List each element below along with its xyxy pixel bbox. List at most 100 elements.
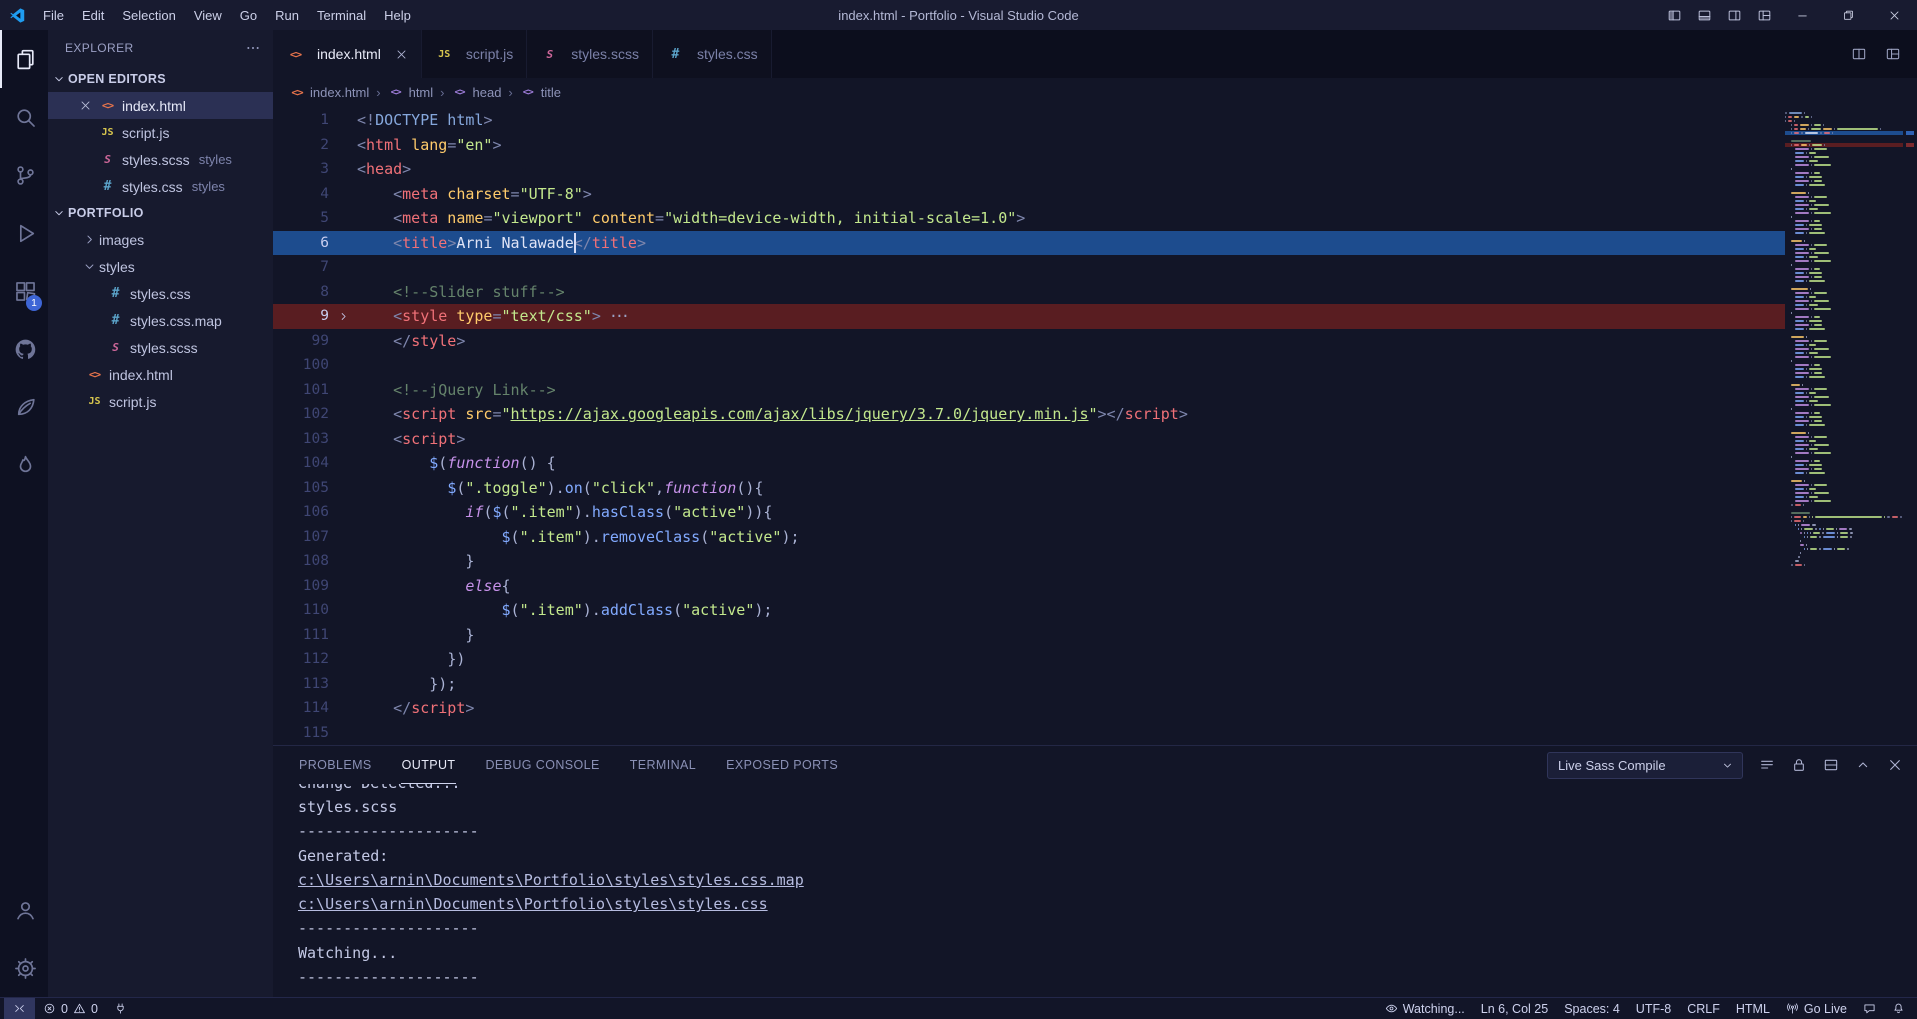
tree-item-images[interactable]: images xyxy=(48,226,273,253)
menu-file[interactable]: File xyxy=(34,0,73,30)
code-line-7[interactable]: 7 xyxy=(273,255,1785,280)
cursor-position[interactable]: Ln 6, Col 25 xyxy=(1473,998,1556,1019)
layout-secondary-toggle[interactable] xyxy=(1719,0,1749,30)
lock-scroll-icon[interactable] xyxy=(1791,757,1807,773)
encoding-status[interactable]: UTF-8 xyxy=(1628,998,1679,1019)
run-and-debug-activity-button[interactable] xyxy=(0,204,48,262)
code-line-3[interactable]: 3<head> xyxy=(273,157,1785,182)
tree-item-styles.scss[interactable]: Sstyles.scss xyxy=(48,334,273,361)
panel-tab-problems[interactable]: PROBLEMS xyxy=(298,746,373,784)
layout-panel-toggle[interactable] xyxy=(1689,0,1719,30)
sass-watching-status[interactable]: Watching... xyxy=(1377,998,1473,1019)
panel-tab-debug-console[interactable]: DEBUG CONSOLE xyxy=(484,746,600,784)
minimize-window-button[interactable] xyxy=(1779,0,1825,30)
go-live-button[interactable]: Go Live xyxy=(1778,998,1855,1019)
code-line-111[interactable]: 111 } xyxy=(273,623,1785,648)
output-file-link[interactable]: c:\Users\arnin\Documents\Portfolio\style… xyxy=(298,868,1917,892)
code-line-112[interactable]: 112 }) xyxy=(273,647,1785,672)
close-file-icon[interactable] xyxy=(72,92,98,119)
open-editor-index.html[interactable]: <>index.html xyxy=(48,92,273,119)
code-line-101[interactable]: 101 <!--jQuery Link--> xyxy=(273,378,1785,403)
layout-customize-toggle[interactable] xyxy=(1749,0,1779,30)
github-activity-button[interactable] xyxy=(0,320,48,378)
split-panel-icon[interactable] xyxy=(1823,757,1839,773)
output-actions-icon[interactable] xyxy=(1759,757,1775,773)
code-line-109[interactable]: 109 else{ xyxy=(273,574,1785,599)
code-line-1[interactable]: 1<!DOCTYPE html> xyxy=(273,108,1785,133)
eol-status[interactable]: CRLF xyxy=(1679,998,1728,1019)
code-line-106[interactable]: 106 if($(".item").hasClass("active")){ xyxy=(273,500,1785,525)
restore-window-button[interactable] xyxy=(1825,0,1871,30)
tree-item-index.html[interactable]: <>index.html xyxy=(48,361,273,388)
code-line-5[interactable]: 5 <meta name="viewport" content="width=d… xyxy=(273,206,1785,231)
code-line-100[interactable]: 100 xyxy=(273,353,1785,378)
code-line-2[interactable]: 2<html lang="en"> xyxy=(273,133,1785,158)
menu-view[interactable]: View xyxy=(185,0,231,30)
close-icon[interactable] xyxy=(395,48,408,61)
tree-item-styles[interactable]: styles xyxy=(48,253,273,280)
project-folder-header[interactable]: PORTFOLIO xyxy=(48,200,273,226)
editor-layout-icon[interactable] xyxy=(1885,46,1901,62)
code-line-102[interactable]: 102 <script src="https://ajax.googleapis… xyxy=(273,402,1785,427)
panel-tab-exposed-ports[interactable]: EXPOSED PORTS xyxy=(725,746,839,784)
menu-run[interactable]: Run xyxy=(266,0,308,30)
menu-go[interactable]: Go xyxy=(231,0,266,30)
code-line-103[interactable]: 103 <script> xyxy=(273,427,1785,452)
panel-tab-output[interactable]: OUTPUT xyxy=(401,746,457,784)
source-control-activity-button[interactable] xyxy=(0,146,48,204)
output-channel-select[interactable]: Live Sass Compile xyxy=(1547,752,1743,779)
tab-styles.css[interactable]: #styles.css xyxy=(653,30,772,78)
code-line-104[interactable]: 104 $(function() { xyxy=(273,451,1785,476)
close-window-button[interactable] xyxy=(1871,0,1917,30)
output-file-link[interactable]: c:\Users\arnin\Documents\Portfolio\style… xyxy=(298,892,1917,916)
code-area[interactable]: 1<!DOCTYPE html>2<html lang="en">3<head>… xyxy=(273,106,1785,745)
breadcrumb-item-html[interactable]: <>html xyxy=(388,85,434,100)
tree-item-script.js[interactable]: JSscript.js xyxy=(48,388,273,415)
tab-index.html[interactable]: <>index.html xyxy=(273,30,422,78)
code-line-113[interactable]: 113 }); xyxy=(273,672,1785,697)
code-line-8[interactable]: 8 <!--Slider stuff--> xyxy=(273,280,1785,305)
tab-styles.scss[interactable]: Sstyles.scss xyxy=(527,30,653,78)
open-editor-styles.css[interactable]: #styles.cssstyles xyxy=(48,173,273,200)
code-line-108[interactable]: 108 } xyxy=(273,549,1785,574)
code-line-107[interactable]: 107 $(".item").removeClass("active"); xyxy=(273,525,1785,550)
breadcrumb-item-index.html[interactable]: <>index.html xyxy=(289,85,369,100)
code-line-6[interactable]: 6 <title>Arni Nalawade</title> xyxy=(273,231,1785,256)
open-editor-script.js[interactable]: JSscript.js xyxy=(48,119,273,146)
menu-help[interactable]: Help xyxy=(375,0,420,30)
breadcrumb-item-head[interactable]: <>head xyxy=(452,85,502,100)
tab-script.js[interactable]: JSscript.js xyxy=(422,30,527,78)
editor-scrollbar[interactable] xyxy=(1903,106,1917,745)
code-line-9[interactable]: 9 <style type="text/css">··· xyxy=(273,304,1785,329)
code-line-99[interactable]: 99 </style> xyxy=(273,329,1785,354)
flame-extension-activity-button[interactable] xyxy=(0,436,48,494)
notifications-bell[interactable] xyxy=(1884,998,1913,1019)
code-line-105[interactable]: 105 $(".toggle").on("click",function(){ xyxy=(273,476,1785,501)
split-editor-icon[interactable] xyxy=(1851,46,1867,62)
maximize-panel-icon[interactable] xyxy=(1855,757,1871,773)
problems-status[interactable]: 0 0 xyxy=(35,998,106,1019)
language-mode[interactable]: HTML xyxy=(1728,998,1778,1019)
menu-selection[interactable]: Selection xyxy=(113,0,184,30)
minimap[interactable] xyxy=(1785,106,1903,745)
code-line-115[interactable]: 115 xyxy=(273,721,1785,746)
fold-indicator[interactable] xyxy=(329,310,357,323)
settings-activity-button[interactable] xyxy=(0,939,48,997)
feedback-button[interactable] xyxy=(1855,998,1884,1019)
close-panel-icon[interactable] xyxy=(1887,757,1903,773)
extensions-activity-button[interactable]: 1 xyxy=(0,262,48,320)
open-editors-header[interactable]: OPEN EDITORS xyxy=(48,66,273,92)
explorer-activity-button[interactable] xyxy=(0,30,48,88)
open-editor-styles.scss[interactable]: Sstyles.scssstyles xyxy=(48,146,273,173)
ports-status[interactable] xyxy=(106,998,135,1019)
menu-terminal[interactable]: Terminal xyxy=(308,0,375,30)
menu-edit[interactable]: Edit xyxy=(73,0,113,30)
tree-item-styles.css.map[interactable]: #styles.css.map xyxy=(48,307,273,334)
leaf-extension-activity-button[interactable] xyxy=(0,378,48,436)
breadcrumb-item-title[interactable]: <>title xyxy=(520,85,561,100)
layout-sidebar-toggle[interactable] xyxy=(1659,0,1689,30)
output-console[interactable]: Change Detected...styles.scss-----------… xyxy=(273,784,1917,997)
remote-indicator[interactable] xyxy=(4,998,35,1019)
accounts-activity-button[interactable] xyxy=(0,881,48,939)
search-activity-button[interactable] xyxy=(0,88,48,146)
